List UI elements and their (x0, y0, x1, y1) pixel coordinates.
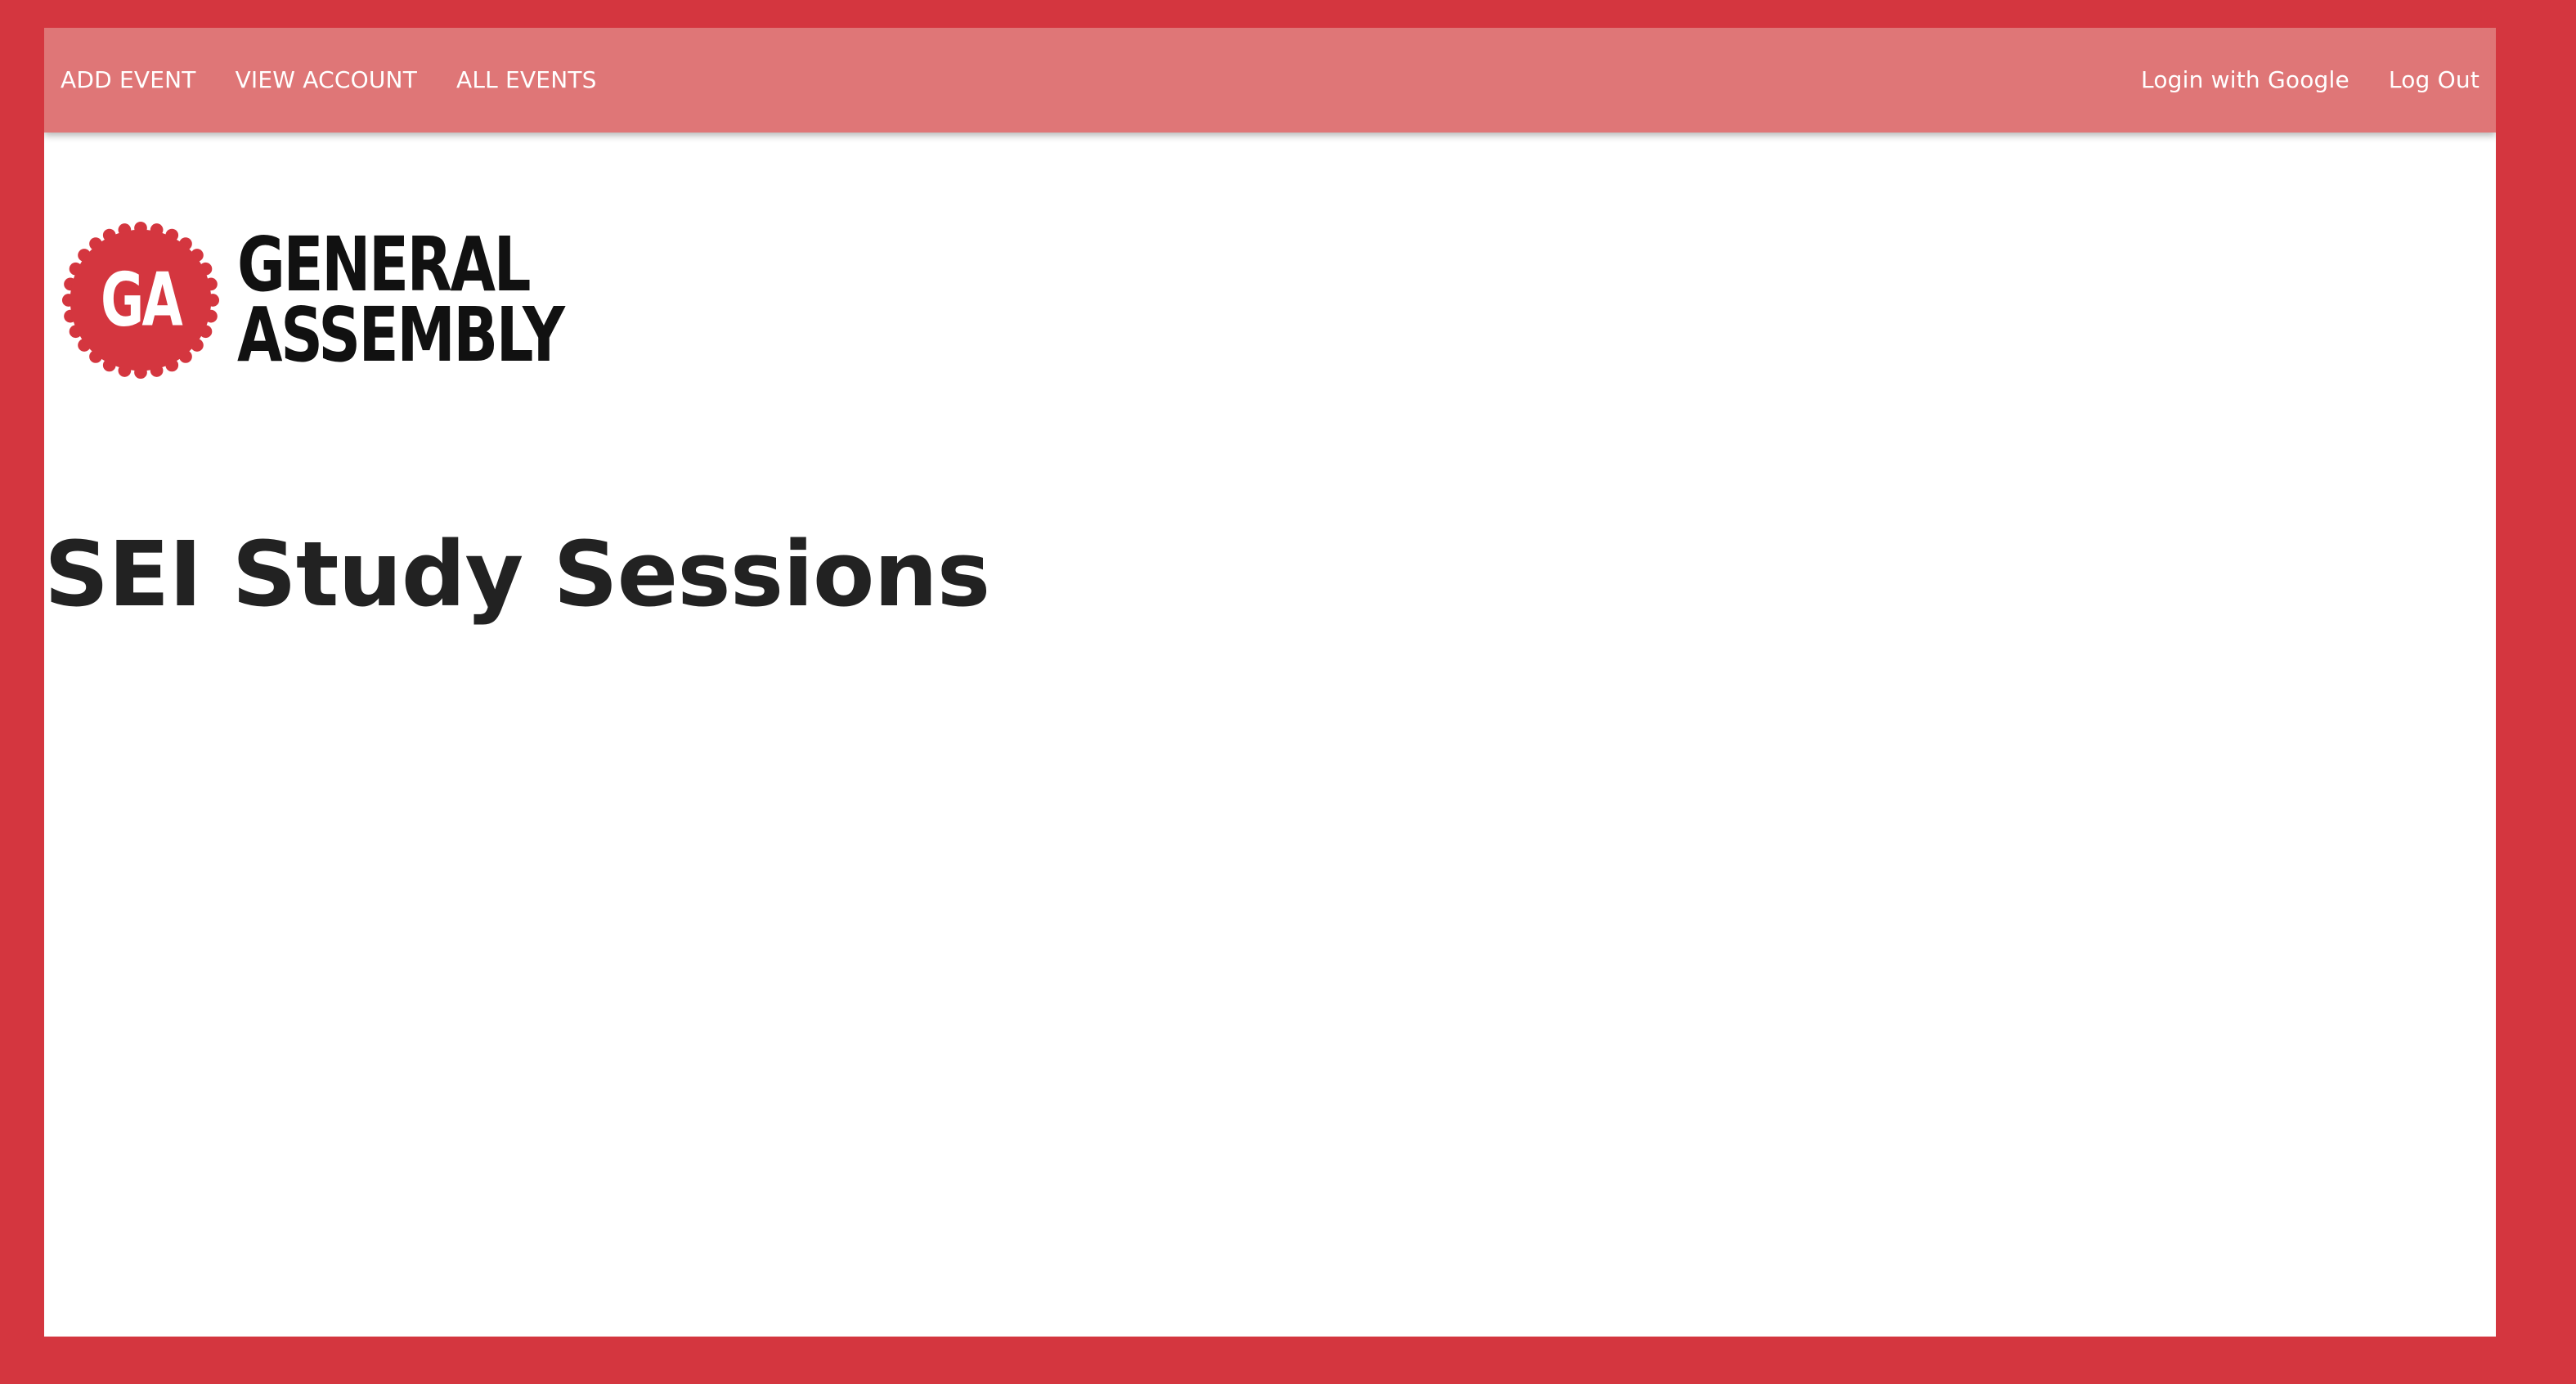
logo-line-assembly: ASSEMBLY (237, 291, 565, 379)
navbar-right-links: Login with Google Log Out (2121, 28, 2496, 133)
add-event-link[interactable]: ADD EVENT (61, 28, 216, 133)
general-assembly-logo: GA GENERAL ASSEMBLY (61, 206, 565, 394)
ga-badge-icon: GA (61, 221, 220, 380)
login-with-google-link[interactable]: Login with Google (2121, 28, 2369, 133)
page-title: SEI Study Sessions (44, 522, 990, 627)
top-navbar: ADD EVENT VIEW ACCOUNT ALL EVENTS Login … (44, 28, 2496, 133)
logo-wordmark: GENERAL ASSEMBLY (237, 221, 655, 379)
app-window: ADD EVENT VIEW ACCOUNT ALL EVENTS Login … (44, 28, 2496, 1337)
all-events-link[interactable]: ALL EVENTS (437, 28, 617, 133)
view-account-link[interactable]: VIEW ACCOUNT (216, 28, 437, 133)
ga-badge-text: GA (101, 257, 183, 344)
logo-line-general: GENERAL (237, 221, 531, 308)
navbar-left-links: ADD EVENT VIEW ACCOUNT ALL EVENTS (44, 28, 617, 133)
log-out-link[interactable]: Log Out (2369, 28, 2480, 133)
